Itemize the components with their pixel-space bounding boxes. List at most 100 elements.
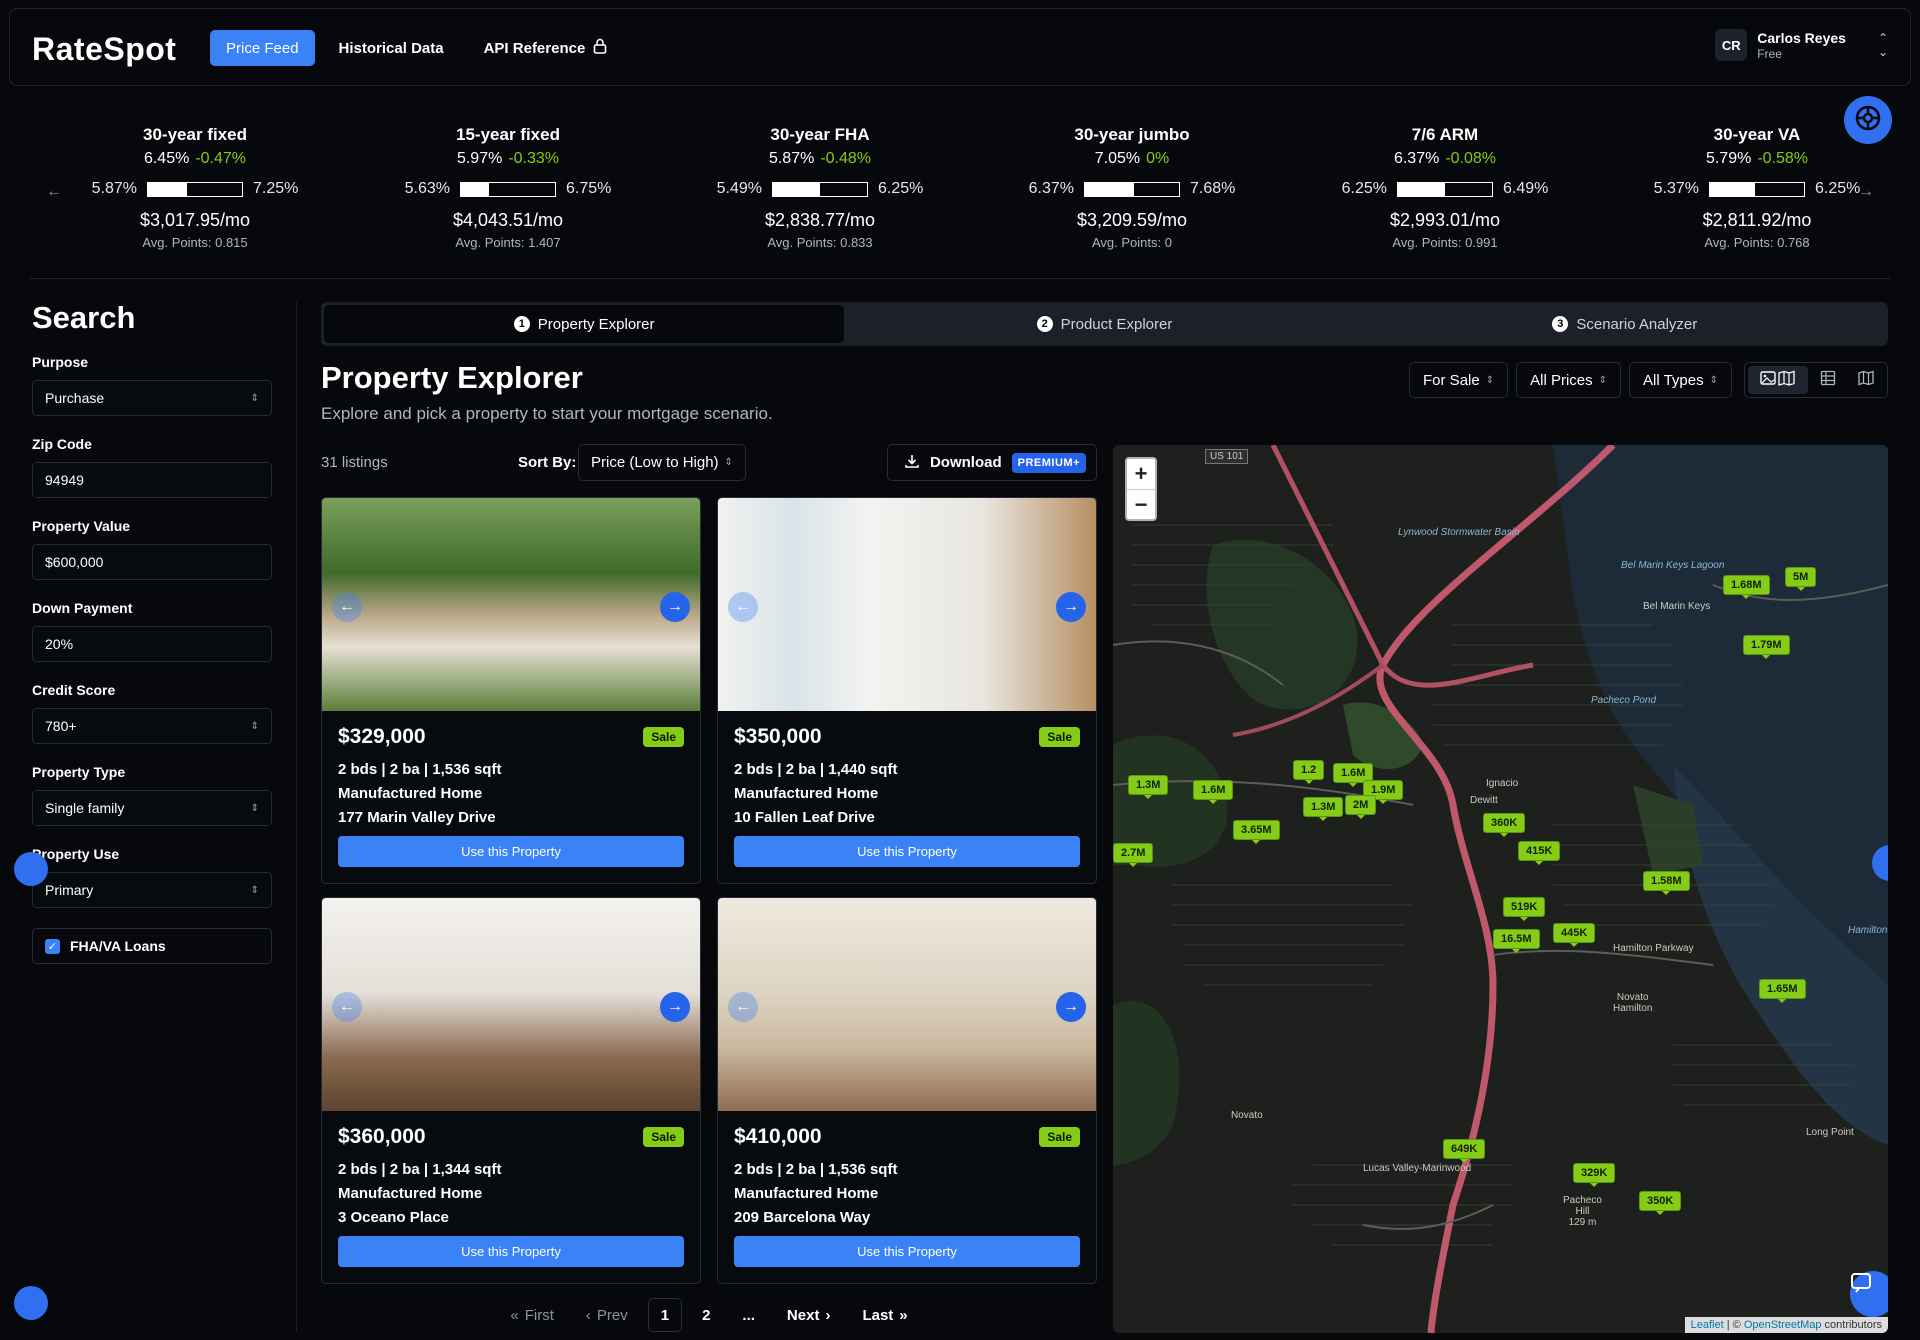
map-attribution: Leaflet | © OpenStreetMap contributors bbox=[1684, 1317, 1888, 1333]
map-price-marker[interactable]: 1.65M bbox=[1759, 979, 1806, 1003]
leaflet-link[interactable]: Leaflet bbox=[1691, 1319, 1724, 1331]
arrow-right-icon[interactable]: → bbox=[1056, 592, 1086, 622]
property-photo[interactable]: ← → bbox=[322, 498, 700, 711]
use-property-button[interactable]: Use this Property bbox=[338, 1236, 684, 1267]
use-property-button[interactable]: Use this Property bbox=[338, 836, 684, 867]
check-circle-icon[interactable] bbox=[14, 1286, 48, 1320]
chevron-updown-icon: ⇕ bbox=[250, 802, 259, 814]
property-specs: 2 bds | 2 ba | 1,536 sqft bbox=[734, 1161, 898, 1178]
rate-low: 5.63% bbox=[404, 180, 450, 197]
fha-va-label: FHA/VA Loans bbox=[70, 938, 166, 954]
chevron-updown-icon: ⇕ bbox=[1485, 374, 1495, 386]
map-price-marker[interactable]: 5M bbox=[1785, 567, 1817, 591]
arrow-right-icon[interactable]: → bbox=[660, 992, 690, 1022]
map-price-marker[interactable]: 1.2 bbox=[1293, 760, 1325, 784]
main-nav: Price Feed Historical Data API Reference bbox=[210, 30, 623, 66]
filter-listing-status[interactable]: For Sale ⇕ bbox=[1409, 362, 1509, 398]
map-price-marker[interactable]: 1.3M bbox=[1128, 775, 1169, 799]
accessibility-icon[interactable] bbox=[14, 852, 48, 886]
purpose-select[interactable]: Purchase ⇕ bbox=[32, 380, 272, 416]
tab-property-explorer[interactable]: 1 Property Explorer bbox=[324, 305, 845, 343]
map-price-marker[interactable]: 1.68M bbox=[1723, 575, 1770, 599]
zip-code-input[interactable]: 94949 bbox=[32, 462, 272, 498]
rate-range-bar bbox=[772, 181, 868, 197]
pagination-page-1[interactable]: 1 bbox=[647, 1298, 683, 1332]
view-grid-button[interactable] bbox=[1810, 366, 1846, 394]
map-price-marker[interactable]: 2.7M bbox=[1113, 843, 1154, 867]
property-card[interactable]: ← → $410,000 Sale 2 bds | 2 ba | 1,536 sqft M… bbox=[717, 897, 1097, 1284]
tab-product-explorer[interactable]: 2 Product Explorer bbox=[844, 305, 1364, 343]
search-sidebar: Search Purpose Purchase ⇕ Zip Code 94949 Prop… bbox=[32, 300, 272, 964]
chevron-updown-icon: ⇕ bbox=[1598, 374, 1608, 386]
pagination-prev[interactable]: ‹ Prev bbox=[574, 1298, 640, 1332]
zoom-in-button[interactable]: + bbox=[1127, 459, 1155, 489]
arrow-left-icon[interactable]: ← bbox=[332, 592, 362, 622]
filter-price[interactable]: All Prices ⇕ bbox=[1516, 362, 1622, 398]
nav-price-feed[interactable]: Price Feed bbox=[210, 30, 315, 66]
checkbox-checked-icon[interactable]: ✓ bbox=[45, 938, 60, 954]
use-property-button[interactable]: Use this Property bbox=[734, 1236, 1080, 1267]
view-split-button[interactable] bbox=[1748, 366, 1808, 394]
view-map-button[interactable] bbox=[1848, 366, 1884, 394]
property-photo[interactable]: ← → bbox=[322, 898, 700, 1111]
zoom-out-button[interactable]: − bbox=[1127, 489, 1155, 519]
map-price-marker[interactable]: 350K bbox=[1639, 1191, 1682, 1215]
property-use-select[interactable]: Primary ⇕ bbox=[32, 872, 272, 908]
map-price-marker[interactable]: 1.6M bbox=[1193, 780, 1234, 804]
app-logo[interactable]: RateSpot bbox=[32, 31, 176, 68]
filter-type[interactable]: All Types ⇕ bbox=[1629, 362, 1732, 398]
property-value-input[interactable]: $600,000 bbox=[32, 544, 272, 580]
property-map[interactable]: US 101 Lynwood Stormwater Basin Bel Mari… bbox=[1113, 445, 1888, 1333]
rate-high: 6.49% bbox=[1503, 180, 1549, 197]
property-photo[interactable]: ← → bbox=[718, 898, 1096, 1111]
divider bbox=[30, 278, 1890, 279]
sort-select[interactable]: Price (Low to High) ⇕ bbox=[578, 444, 746, 481]
map-price-marker[interactable]: 329K bbox=[1573, 1163, 1616, 1187]
map-price-marker[interactable]: 1.58M bbox=[1643, 871, 1690, 895]
page-subtitle: Explore and pick a property to start you… bbox=[321, 404, 773, 423]
chat-button[interactable] bbox=[1850, 1271, 1888, 1317]
page-title: Property Explorer bbox=[321, 360, 583, 395]
map-price-marker[interactable]: 360K bbox=[1483, 813, 1526, 837]
arrow-right-icon[interactable]: → bbox=[660, 592, 690, 622]
down-payment-input[interactable]: 20% bbox=[32, 626, 272, 662]
arrow-left-icon[interactable]: ← bbox=[728, 992, 758, 1022]
download-button[interactable]: Download PREMIUM+ bbox=[886, 444, 1097, 481]
rate-low: 5.49% bbox=[716, 180, 762, 197]
rate-high: 6.75% bbox=[566, 180, 612, 197]
map-price-marker[interactable]: 519K bbox=[1503, 897, 1546, 921]
credit-score-select[interactable]: 780+ ⇕ bbox=[32, 708, 272, 744]
double-chevron-right-icon: » bbox=[899, 1306, 908, 1324]
map-price-marker[interactable]: 1.3M bbox=[1303, 797, 1344, 821]
fha-va-checkbox-field[interactable]: ✓ FHA/VA Loans bbox=[32, 928, 272, 964]
map-price-marker[interactable]: 649K bbox=[1443, 1139, 1486, 1163]
property-card[interactable]: ← → $360,000 Sale 2 bds | 2 ba | 1,344 sqft M… bbox=[321, 897, 701, 1284]
map-price-marker[interactable]: 16.5M bbox=[1493, 929, 1540, 953]
property-card[interactable]: ← → $350,000 Sale 2 bds | 2 ba | 1,440 sqft M… bbox=[717, 497, 1097, 884]
map-price-marker[interactable]: 415K bbox=[1518, 841, 1561, 865]
nav-historical-data[interactable]: Historical Data bbox=[323, 30, 460, 66]
property-photo[interactable]: ← → bbox=[718, 498, 1096, 711]
pagination-page-2[interactable]: 2 bbox=[690, 1298, 722, 1332]
arrow-left-icon[interactable]: ← bbox=[332, 992, 362, 1022]
use-property-button[interactable]: Use this Property bbox=[734, 836, 1080, 867]
arrow-right-icon[interactable]: → bbox=[1056, 992, 1086, 1022]
map-price-marker[interactable]: 3.65M bbox=[1233, 820, 1280, 844]
rate-card: 7/6 ARM 6.37% -0.08% 6.25% 6.49% $2,993.01/mo… bbox=[1295, 124, 1595, 250]
osm-link[interactable]: OpenStreetMap bbox=[1744, 1319, 1822, 1331]
rate-card: 30-year jumbo 7.05% 0% 6.37% 7.68% $3,209.59/… bbox=[982, 124, 1282, 250]
arrow-left-icon[interactable]: ← bbox=[728, 592, 758, 622]
property-specs: 2 bds | 2 ba | 1,536 sqft bbox=[338, 761, 502, 778]
map-price-marker[interactable]: 1.79M bbox=[1743, 635, 1790, 659]
property-card[interactable]: ← → $329,000 Sale 2 bds | 2 ba | 1,536 sqft M… bbox=[321, 497, 701, 884]
pagination-first[interactable]: « First bbox=[498, 1298, 566, 1332]
user-menu[interactable]: CR Carlos Reyes Free ⌃ ⌄ bbox=[1715, 29, 1888, 61]
pagination-next[interactable]: Next › bbox=[775, 1298, 843, 1332]
tab-scenario-analyzer[interactable]: 3 Scenario Analyzer bbox=[1365, 305, 1885, 343]
pagination-last[interactable]: Last » bbox=[850, 1298, 919, 1332]
map-price-marker[interactable]: 445K bbox=[1553, 923, 1596, 947]
nav-api-reference[interactable]: API Reference bbox=[468, 30, 624, 66]
top-header: RateSpot Price Feed Historical Data API … bbox=[9, 8, 1911, 86]
property-type-select[interactable]: Single family ⇕ bbox=[32, 790, 272, 826]
map-price-marker[interactable]: 2M bbox=[1345, 795, 1377, 819]
